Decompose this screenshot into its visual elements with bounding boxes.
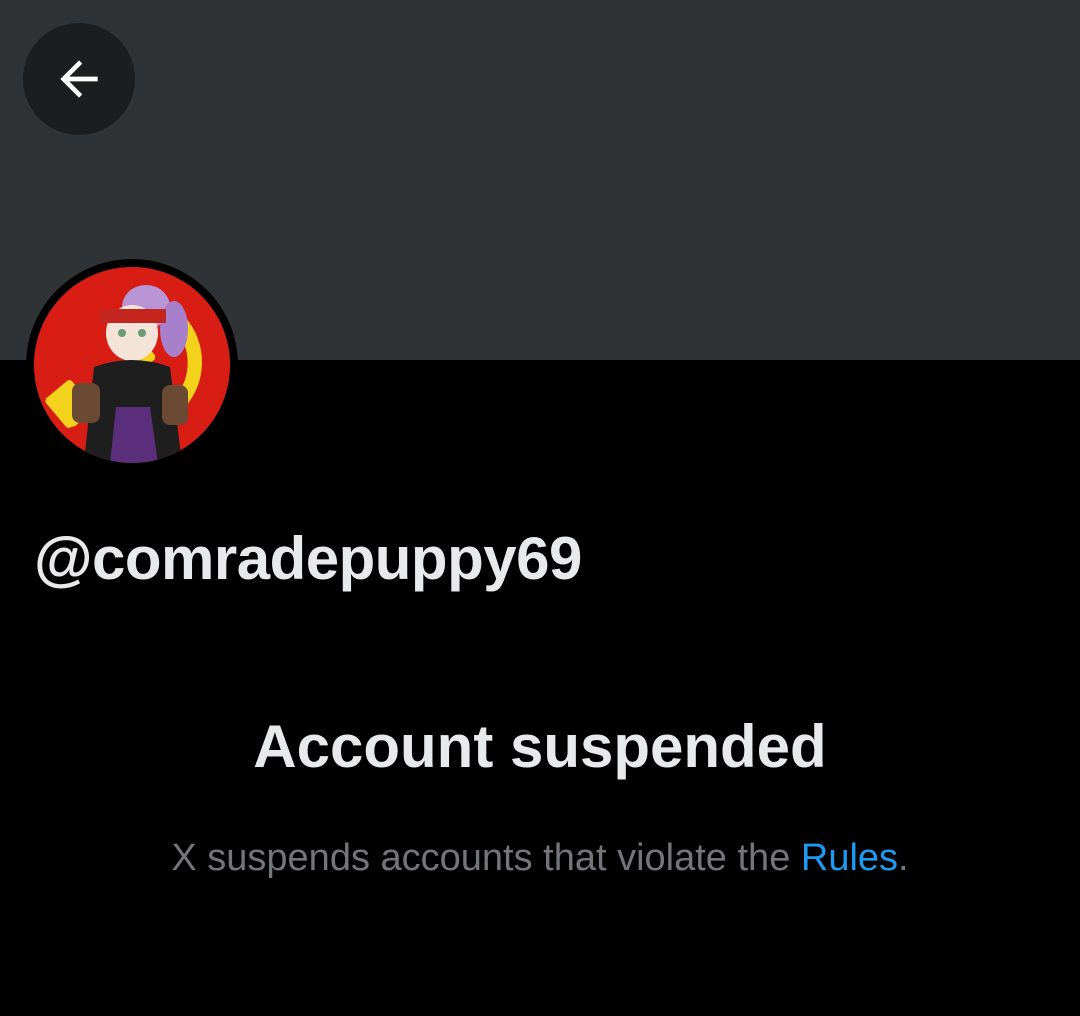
rules-link[interactable]: Rules	[801, 837, 898, 879]
arrow-left-icon	[60, 60, 98, 98]
suspension-title: Account suspended	[253, 713, 827, 780]
avatar-image	[34, 267, 230, 463]
back-button[interactable]	[23, 23, 135, 135]
suspension-message-suffix: .	[898, 837, 909, 879]
suspension-message: X suspends accounts that violate the Rul…	[0, 837, 1080, 880]
avatar[interactable]	[26, 259, 238, 471]
profile-handle: @comradepuppy69	[34, 525, 582, 592]
suspension-message-prefix: X suspends accounts that violate the	[171, 837, 801, 879]
